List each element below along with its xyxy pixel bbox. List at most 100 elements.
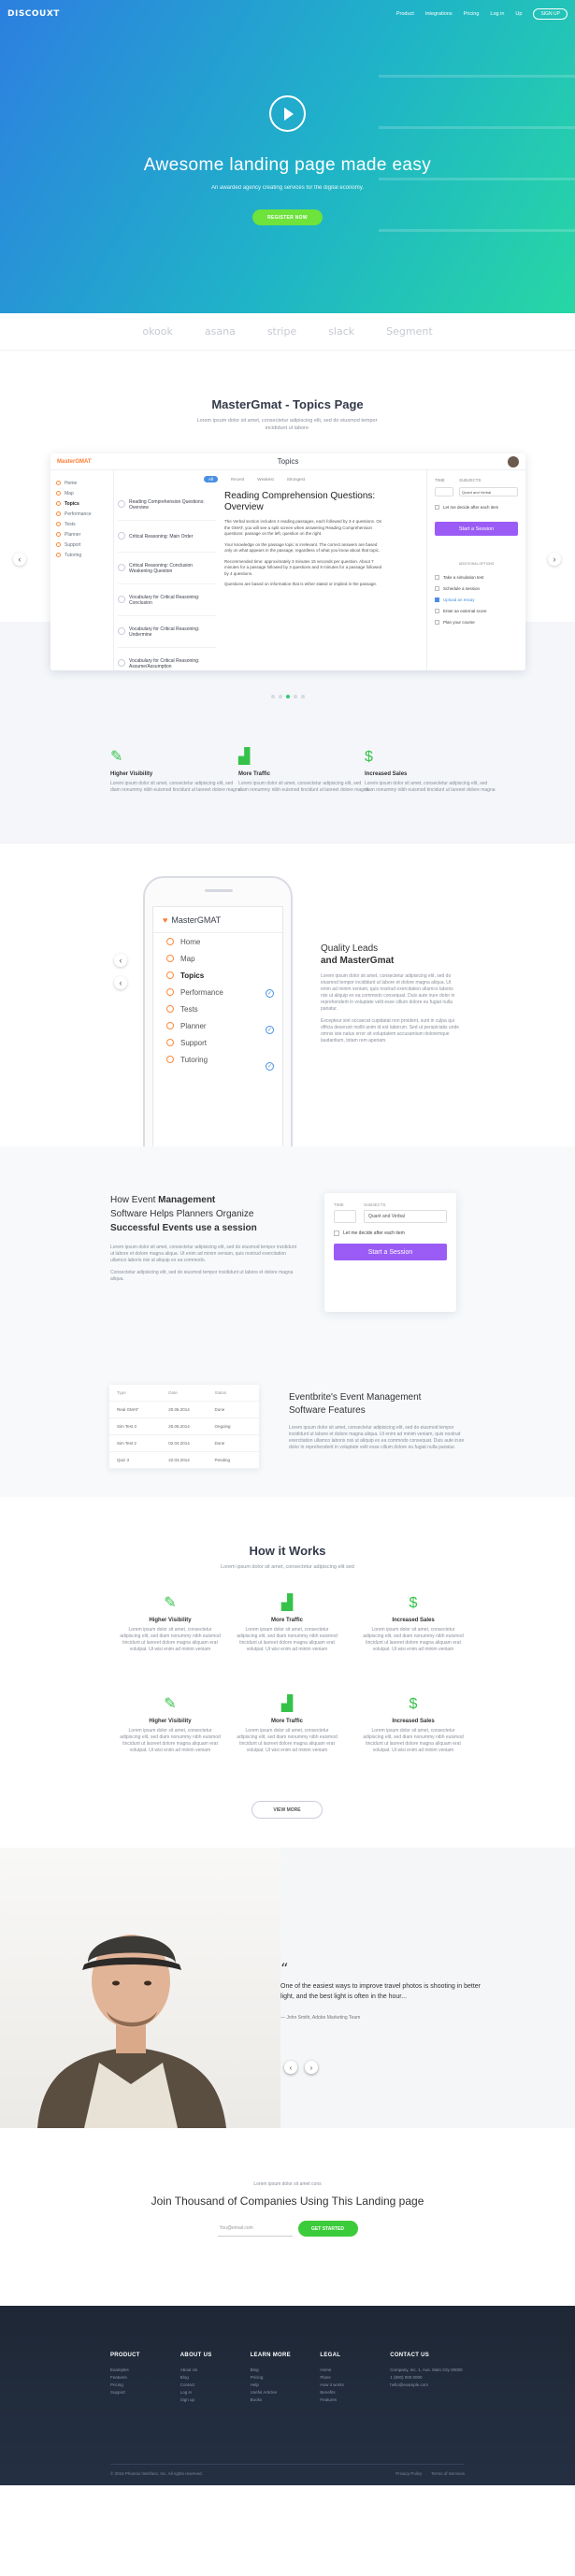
- signup-button[interactable]: SIGN UP: [533, 8, 568, 20]
- phone-nav-topics[interactable]: Topics: [153, 967, 282, 984]
- time-field: TIME: [334, 1202, 356, 1223]
- footer-link[interactable]: Log in: [180, 2389, 251, 2396]
- get-started-button[interactable]: GET STARTED: [297, 2221, 358, 2237]
- sidebar-item-support[interactable]: Support: [56, 540, 108, 550]
- carousel-next-button[interactable]: ›: [548, 553, 561, 566]
- footer-link[interactable]: Plans: [320, 2374, 390, 2382]
- subjects-select[interactable]: Quant and Verbal: [364, 1210, 447, 1223]
- planner-icon: [56, 532, 61, 537]
- footer-link[interactable]: Sign up: [180, 2396, 251, 2404]
- footer-link[interactable]: Examples: [110, 2367, 180, 2374]
- sidebar-item-home[interactable]: Home: [56, 478, 108, 488]
- sidebar-item-topics[interactable]: Topics: [56, 498, 108, 509]
- phone-nav-home[interactable]: Home: [153, 933, 282, 950]
- phone-nav-support[interactable]: Support: [153, 1034, 282, 1051]
- footer-link[interactable]: Benefits: [320, 2389, 390, 2396]
- footer-link[interactable]: Home: [320, 2367, 390, 2374]
- time-input[interactable]: [334, 1210, 356, 1223]
- footer-link[interactable]: About Us: [180, 2367, 251, 2374]
- nav-link-pricing[interactable]: Pricing: [464, 11, 480, 17]
- list-item[interactable]: Reading Comprehension Questions: Overvie…: [118, 489, 216, 521]
- nav-link-product[interactable]: Product: [396, 11, 414, 17]
- phone-nav-map[interactable]: Map: [153, 950, 282, 967]
- table-row[interactable]: Quiz 3 22.03.2014 Pending: [109, 1452, 259, 1469]
- sidebar-item-performance[interactable]: Performance: [56, 509, 108, 519]
- tutoring-icon: [56, 553, 61, 557]
- list-item[interactable]: Vocabulary for Critical Reasoning: Assum…: [118, 648, 216, 670]
- sidebar-item-tests[interactable]: Tests: [56, 519, 108, 529]
- table-row[interactable]: Real GMAT 20.06.2014 Done: [109, 1402, 259, 1418]
- footer-link[interactable]: Features: [110, 2374, 180, 2382]
- testimonial-prev-button[interactable]: ‹: [284, 2061, 297, 2074]
- table-row[interactable]: Sim Test 3 20.06.2014 Ongoing: [109, 1418, 259, 1435]
- footer-col-title: CONTACT US: [390, 2353, 430, 2358]
- view-more-button[interactable]: VIEW MORE: [252, 1801, 323, 1819]
- phone-nav-performance[interactable]: Performance: [153, 984, 282, 1000]
- nav-link-integrations[interactable]: Integrations: [425, 11, 453, 17]
- nav-link-login[interactable]: Log in: [490, 11, 504, 17]
- sidebar-item-planner[interactable]: Planner: [56, 529, 108, 540]
- carousel-dot[interactable]: [293, 695, 297, 698]
- footer-link[interactable]: Contact: [180, 2382, 251, 2389]
- phone-prev-button-2[interactable]: ‹: [114, 976, 127, 989]
- option-external-score[interactable]: Enter an external score: [435, 605, 518, 616]
- footer-link[interactable]: Blog: [180, 2374, 251, 2382]
- stripe-logo: stripe: [266, 325, 297, 338]
- footer-link[interactable]: Blog: [251, 2367, 321, 2374]
- contact-phone[interactable]: 1 (800) 000 0000: [390, 2374, 465, 2382]
- testimonial-next-button[interactable]: ›: [305, 2061, 318, 2074]
- start-session-button[interactable]: Start a Session: [334, 1244, 447, 1260]
- list-item[interactable]: Critical Reasoning: Conclusion Weakening…: [118, 553, 216, 584]
- phone-nav-planner[interactable]: Planner: [153, 1017, 282, 1034]
- footer-link[interactable]: Books: [251, 2396, 321, 2404]
- option-plan-course[interactable]: Plan your course: [435, 616, 518, 627]
- sidebar-item-tutoring[interactable]: Tutoring: [56, 550, 108, 560]
- time-input[interactable]: [435, 487, 453, 496]
- join-title: Join Thousand of Companies Using This La…: [151, 2195, 424, 2208]
- email-field[interactable]: You@email.com: [217, 2221, 293, 2237]
- decide-checkbox[interactable]: Let me decide after each item: [334, 1230, 447, 1236]
- option-schedule[interactable]: Schedule a session: [435, 583, 518, 594]
- footer-link[interactable]: Features: [320, 2396, 390, 2404]
- option-upload-essay[interactable]: Upload an essay: [435, 594, 518, 605]
- footer-link[interactable]: Help: [251, 2382, 321, 2389]
- list-item[interactable]: Vocabulary for Critical Reasoning: Concl…: [118, 584, 216, 616]
- list-item[interactable]: Vocabulary for Critical Reasoning: Under…: [118, 616, 216, 648]
- carousel-dot-active[interactable]: [285, 695, 290, 698]
- contact-email[interactable]: hello@example.com: [390, 2382, 465, 2389]
- terms-link[interactable]: Terms of Services: [431, 2471, 465, 2476]
- filter-strongest[interactable]: Strongest: [287, 477, 305, 482]
- decide-checkbox[interactable]: Let me decide after each item: [435, 501, 518, 512]
- register-now-button[interactable]: REGISTER NOW: [252, 209, 323, 225]
- table-row[interactable]: Sim Test 2 02.04.2014 Done: [109, 1435, 259, 1452]
- subjects-select[interactable]: Quant and Verbal: [459, 487, 518, 496]
- footer-link[interactable]: Useful Articles: [251, 2389, 321, 2396]
- list-item[interactable]: Critical Reasoning: Main Order: [118, 521, 216, 553]
- phone-prev-button[interactable]: ‹: [114, 954, 127, 967]
- filter-all[interactable]: All: [204, 476, 219, 482]
- carousel-dot[interactable]: [278, 695, 282, 698]
- carousel-prev-button[interactable]: ‹: [13, 553, 26, 566]
- carousel-dot[interactable]: [300, 695, 305, 698]
- brand-logo[interactable]: DISCOUXT: [7, 9, 60, 19]
- cell: Real GMAT: [117, 1407, 139, 1412]
- carousel-dot[interactable]: [270, 695, 275, 698]
- filter-recent[interactable]: Recent: [231, 477, 244, 482]
- footer-link[interactable]: How it works: [320, 2382, 390, 2389]
- sidebar-item-map[interactable]: Map: [56, 488, 108, 498]
- phone-nav-tutoring[interactable]: Tutoring: [153, 1051, 282, 1068]
- filter-weakest[interactable]: Weakest: [257, 477, 273, 482]
- nav-label: Topics: [180, 971, 205, 980]
- option-simulation[interactable]: Take a simulation test: [435, 571, 518, 583]
- start-session-button[interactable]: Start a Session: [435, 522, 518, 536]
- footer-link[interactable]: Pricing: [110, 2382, 180, 2389]
- nav-link-up[interactable]: Up: [515, 11, 522, 17]
- event-intro: How Event Management Software Helps Plann…: [110, 1193, 297, 1288]
- session-panel: TIME SUBJECTS Quant and Verbal Let me de…: [426, 470, 525, 670]
- privacy-policy-link[interactable]: Privacy Policy: [395, 2471, 422, 2476]
- footer-link[interactable]: Support: [110, 2389, 180, 2396]
- play-video-button[interactable]: [269, 95, 306, 132]
- how-item-increased-sales-2: $ Increased Sales Lorem ipsum dolor sit …: [362, 1696, 465, 1754]
- footer-link[interactable]: Pricing: [251, 2374, 321, 2382]
- phone-nav-tests[interactable]: Tests: [153, 1000, 282, 1017]
